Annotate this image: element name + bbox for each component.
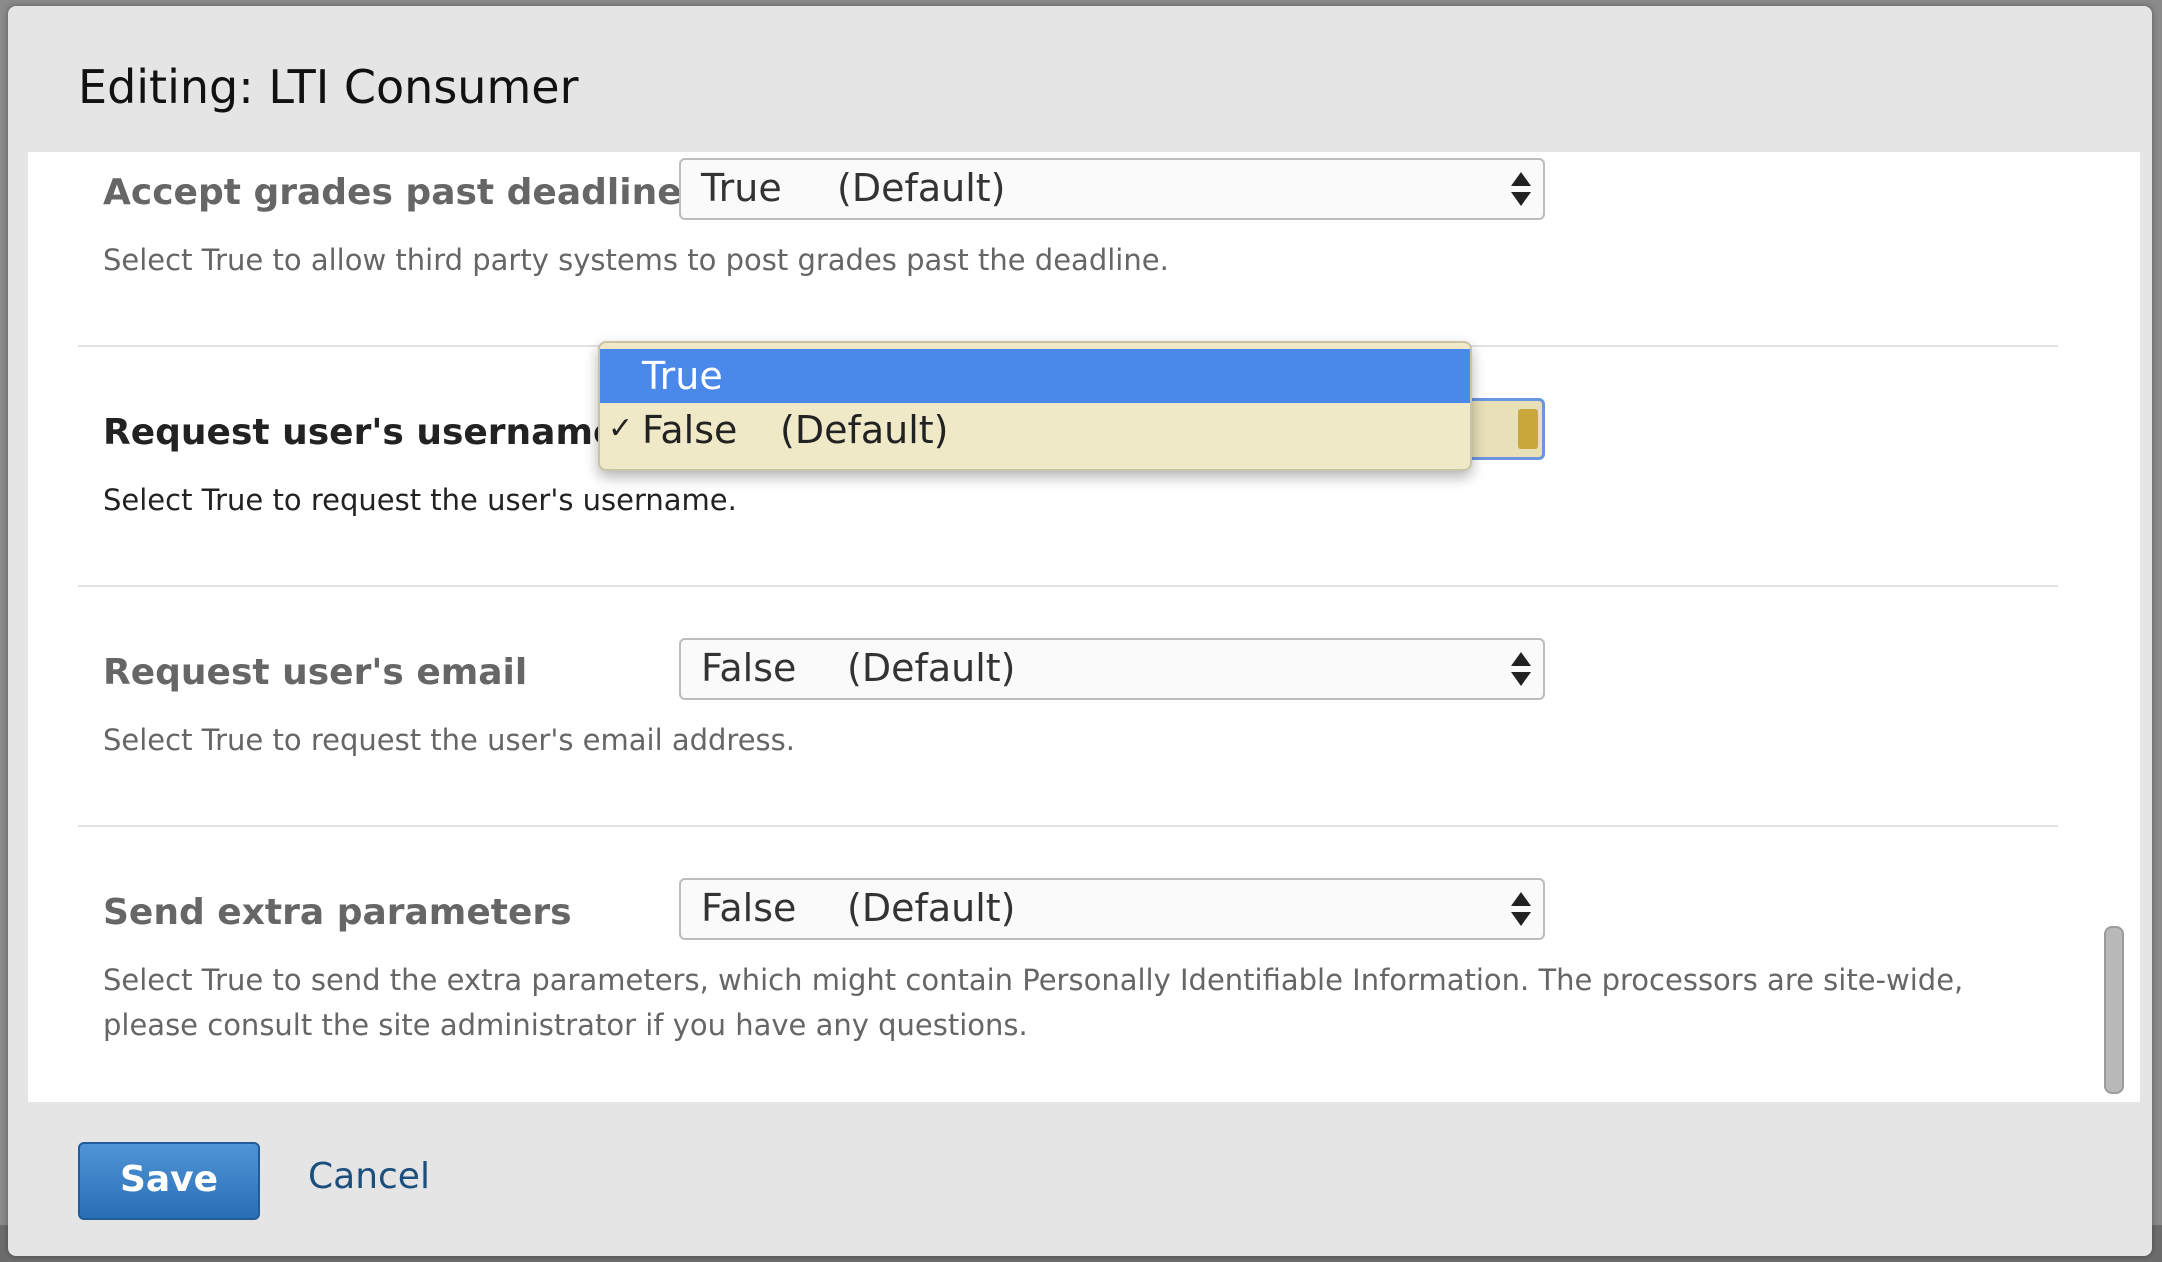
field-label: Request user's email [103, 652, 528, 693]
field-help: Select True to allow third party systems… [103, 243, 1169, 277]
save-button[interactable]: Save [78, 1142, 260, 1220]
select-default-marker: (Default) [847, 646, 1016, 690]
checkmark-icon: ✓ [608, 411, 634, 446]
field-help: Select True to request the user's email … [103, 723, 795, 757]
cancel-link[interactable]: Cancel [308, 1156, 430, 1197]
field-label: Send extra parameters [103, 892, 572, 933]
field-label: Accept grades past deadline [103, 172, 682, 213]
select-value: False [701, 646, 797, 690]
select-arrows-icon [1509, 886, 1533, 932]
field-help: Select True to request the user's userna… [103, 483, 737, 517]
option-default-marker: (Default) [780, 408, 949, 452]
divider [78, 825, 2058, 827]
send-extra-parameters-select[interactable]: False (Default) [679, 878, 1545, 940]
select-default-marker: (Default) [847, 886, 1016, 930]
content-scrollbar[interactable] [2104, 926, 2124, 1094]
select-value: False [701, 886, 797, 930]
field-help: Select True to send the extra parameters… [103, 963, 1964, 1042]
modal-content: Accept grades past deadline True (Defaul… [28, 152, 2140, 1102]
accept-grades-select[interactable]: True (Default) [679, 158, 1545, 220]
select-arrows-icon [1509, 166, 1533, 212]
dropdown-option-false[interactable]: ✓ False (Default) [600, 403, 1470, 457]
option-label: True [642, 354, 723, 398]
request-email-select[interactable]: False (Default) [679, 638, 1545, 700]
modal-title: Editing: LTI Consumer [78, 60, 579, 114]
select-arrows-icon [1518, 409, 1538, 449]
edit-modal: Editing: LTI Consumer Accept grades past… [8, 6, 2152, 1256]
username-dropdown-menu: True ✓ False (Default) [598, 341, 1472, 471]
select-arrows-icon [1509, 646, 1533, 692]
dropdown-option-true[interactable]: True [600, 349, 1470, 403]
option-label: False [642, 408, 738, 452]
divider [78, 585, 2058, 587]
select-default-marker: (Default) [837, 166, 1006, 210]
field-label: Request user's username [103, 412, 618, 453]
select-value: True [701, 166, 782, 210]
